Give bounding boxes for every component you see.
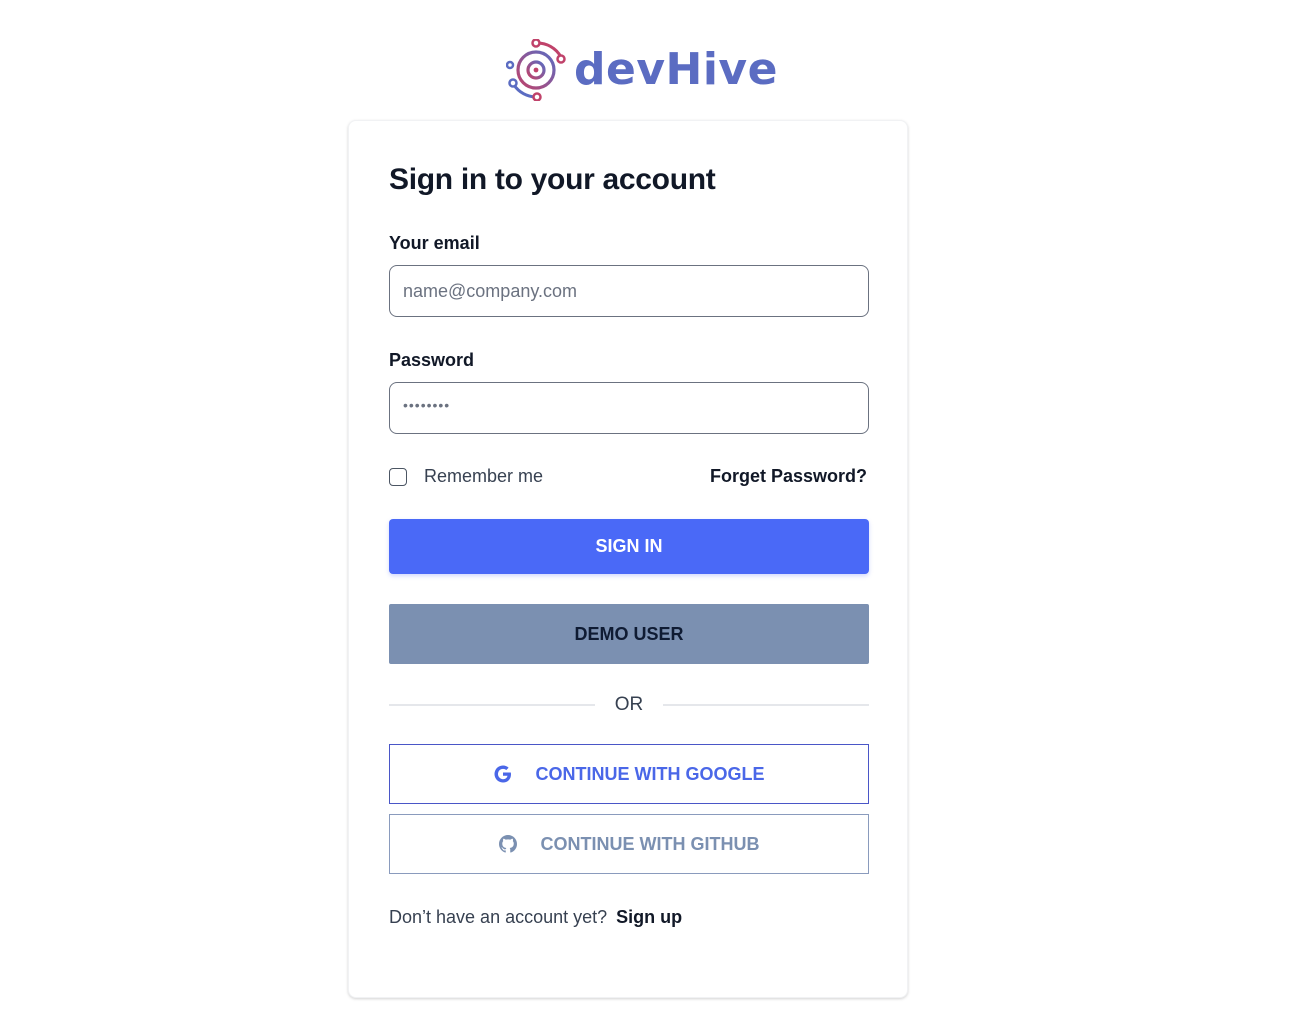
page-title: Sign in to your account — [389, 163, 716, 196]
signup-prompt-text: Don’t have an account yet? — [389, 907, 608, 927]
email-field[interactable] — [389, 265, 869, 317]
email-label: Your email — [389, 233, 480, 253]
brand-logo[interactable]: devHive — [506, 38, 778, 102]
divider-line-left — [389, 704, 595, 706]
github-signin-label: CONTINUE WITH GITHUB — [540, 833, 760, 854]
signup-prompt: Don’t have an account yet? Sign up — [389, 907, 682, 928]
sign-in-label: SIGN IN — [595, 536, 663, 556]
sign-in-button[interactable]: SIGN IN — [389, 519, 869, 574]
or-divider: OR — [389, 693, 869, 717]
password-label: Password — [389, 350, 475, 370]
signin-page: devHive Sign in to your account Your ema… — [0, 0, 1314, 1019]
signin-card: Sign in to your account Your email Passw… — [348, 120, 908, 998]
demo-user-button[interactable]: DEMO USER — [389, 604, 869, 664]
divider-line-right — [663, 704, 869, 706]
google-icon — [494, 765, 512, 783]
signup-link[interactable]: Sign up — [616, 907, 682, 927]
password-field[interactable] — [389, 382, 869, 434]
github-icon — [498, 835, 517, 853]
remember-label: Remember me — [424, 466, 544, 486]
remember-checkbox[interactable] — [389, 467, 407, 486]
github-signin-button[interactable]: CONTINUE WITH GITHUB — [389, 814, 869, 874]
remember-me: Remember me — [389, 466, 543, 487]
divider-label: OR — [614, 694, 644, 715]
demo-user-label: DEMO USER — [574, 623, 684, 644]
google-signin-button[interactable]: CONTINUE WITH GOOGLE — [389, 744, 869, 804]
google-signin-label: CONTINUE WITH GOOGLE — [535, 763, 765, 784]
brand-name: devHive — [574, 44, 778, 95]
forgot-password-link[interactable]: Forget Password? — [710, 466, 867, 487]
devhive-logo-icon — [506, 39, 568, 101]
password-masked-value: •••••••• — [403, 397, 451, 413]
